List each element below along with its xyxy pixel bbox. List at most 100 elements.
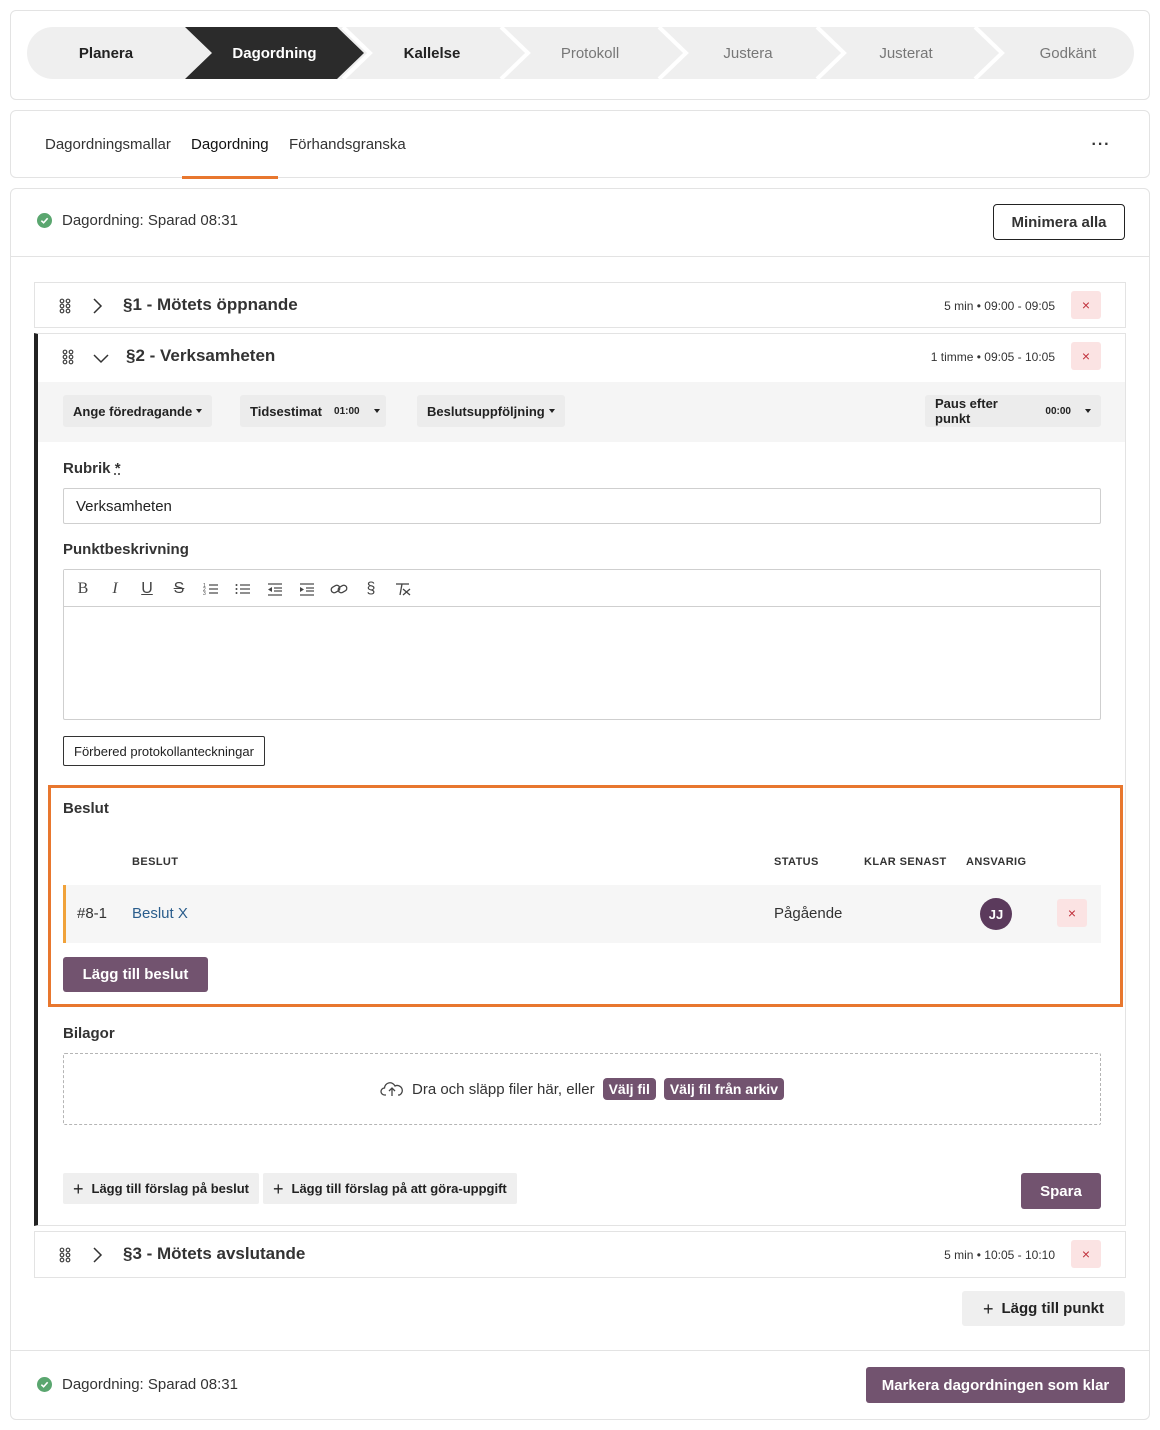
mark-agenda-done-button[interactable]: Markera dagordningen som klar — [866, 1367, 1125, 1403]
bold-icon[interactable]: B — [73, 579, 93, 599]
chevron-right-icon[interactable] — [91, 297, 103, 315]
add-decision-suggestion-button[interactable]: + Lägg till förslag på beslut — [63, 1173, 259, 1204]
workflow-stepper: Planera Dagordning Kallelse Protokoll Ju… — [27, 27, 1134, 79]
cloud-upload-icon — [380, 1082, 403, 1096]
add-point-label: Lägg till punkt — [1001, 1300, 1105, 1317]
footer-save-status: Dagordning: Sparad 08:31 — [37, 1376, 238, 1393]
agenda-item-time: 5 min • 09:00 - 09:05 — [944, 299, 1055, 313]
link-icon[interactable] — [329, 579, 349, 599]
add-decision-button[interactable]: Lägg till beslut — [63, 957, 208, 992]
agenda-item-header[interactable]: §2 - Verksamheten 1 timme • 09:05 - 10:0… — [38, 334, 1125, 380]
choose-from-archive-button[interactable]: Välj fil från arkiv — [663, 1078, 784, 1100]
tab-dagordning[interactable]: Dagordning — [182, 111, 278, 179]
agenda-item-title: §1 - Mötets öppnande — [123, 295, 298, 314]
delete-item-button[interactable]: × — [1071, 1240, 1101, 1268]
decisions-heading: Beslut — [63, 800, 109, 817]
decision-id: #8-1 — [77, 905, 108, 922]
italic-icon[interactable]: I — [105, 579, 125, 599]
decision-status: Pågående — [774, 905, 843, 922]
rubrik-label: Rubrik * — [63, 460, 121, 477]
chevron-down-icon[interactable] — [92, 352, 110, 364]
tabs-card: Dagordningsmallar Dagordning Förhandsgra… — [10, 110, 1150, 179]
prepare-notes-button[interactable]: Förbered protokollanteckningar — [63, 736, 265, 766]
step-godkant[interactable]: Godkänt — [993, 27, 1134, 79]
drag-handle-icon[interactable] — [62, 349, 74, 365]
strikethrough-icon[interactable]: S — [169, 579, 189, 599]
item-meta-bar: Ange föredragande Tidsestimat 01:00 Besl… — [38, 382, 1125, 442]
drag-handle-icon[interactable] — [59, 298, 71, 314]
decisions-section: Beslut BESLUT STATUS KLAR SENAST ANSVARI… — [48, 785, 1123, 1007]
column-header-klar-senast: KLAR SENAST — [864, 856, 947, 868]
time-estimate-dropdown[interactable]: Tidsestimat 01:00 — [240, 395, 386, 427]
agenda-item-header[interactable]: §1 - Mötets öppnande 5 min • 09:00 - 09:… — [35, 283, 1125, 329]
pause-after-value: 00:00 — [1045, 405, 1071, 417]
add-todo-suggestion-button[interactable]: + Lägg till förslag på att göra-uppgift — [263, 1173, 517, 1204]
drag-handle-icon[interactable] — [59, 1247, 71, 1263]
choose-file-button[interactable]: Välj fil — [602, 1078, 656, 1100]
plus-icon: + — [73, 1178, 84, 1199]
check-circle-icon — [37, 1377, 52, 1392]
time-estimate-label: Tidsestimat — [250, 403, 323, 419]
step-justerat[interactable]: Justerat — [831, 27, 981, 79]
svg-text:3: 3 — [203, 591, 206, 596]
indent-icon[interactable] — [297, 579, 317, 599]
agenda-item-time: 1 timme • 09:05 - 10:05 — [930, 350, 1055, 364]
minimize-all-button[interactable]: Minimera alla — [993, 204, 1125, 240]
attachments-heading: Bilagor — [63, 1025, 115, 1042]
decision-followup-label: Beslutsuppföljning — [427, 403, 545, 419]
add-decision-suggestion-label: Lägg till förslag på beslut — [91, 1181, 249, 1196]
divider — [11, 1350, 1149, 1351]
workflow-stepper-card: Planera Dagordning Kallelse Protokoll Ju… — [10, 10, 1150, 100]
presenter-label: Ange föredragande — [73, 403, 193, 419]
avatar[interactable]: JJ — [980, 898, 1012, 930]
delete-item-button[interactable]: × — [1071, 291, 1101, 319]
clear-format-icon[interactable] — [393, 579, 413, 599]
file-dropzone[interactable]: Dra och släpp filer här, eller Välj fil … — [63, 1053, 1101, 1125]
agenda-item-3: §3 - Mötets avslutande 5 min • 10:05 - 1… — [34, 1231, 1126, 1278]
paragraph-icon[interactable]: § — [361, 579, 381, 599]
step-kallelse[interactable]: Kallelse — [357, 27, 507, 79]
chevron-right-icon[interactable] — [91, 1246, 103, 1264]
agenda-item-2: §2 - Verksamheten 1 timme • 09:05 - 10:0… — [34, 333, 1126, 1226]
column-header-status: STATUS — [774, 856, 819, 868]
caret-down-icon — [373, 409, 380, 413]
decision-followup-dropdown[interactable]: Beslutsuppföljning — [417, 395, 565, 427]
pause-after-dropdown[interactable]: Paus efter punkt 00:00 — [925, 395, 1101, 427]
description-label: Punktbeskrivning — [63, 541, 189, 558]
step-protokoll[interactable]: Protokoll — [515, 27, 665, 79]
tab-forhandsgranska[interactable]: Förhandsgranska — [289, 111, 406, 178]
ordered-list-icon[interactable]: 123 — [201, 579, 221, 599]
add-point-button[interactable]: + Lägg till punkt — [962, 1291, 1125, 1326]
step-dagordning[interactable]: Dagordning — [197, 27, 352, 79]
delete-item-button[interactable]: × — [1071, 342, 1101, 370]
description-editor[interactable]: B I U S 123 § — [63, 569, 1101, 720]
agenda-editor-card: Dagordning: Sparad 08:31 Minimera alla §… — [10, 188, 1150, 1420]
caret-down-icon — [196, 409, 203, 413]
rubrik-input[interactable] — [63, 488, 1101, 524]
drop-text: Dra och släpp filer här, eller — [412, 1080, 595, 1098]
step-planera[interactable]: Planera — [27, 27, 185, 79]
pause-after-label: Paus efter punkt — [935, 396, 998, 426]
save-status: Dagordning: Sparad 08:31 — [37, 212, 238, 229]
decision-row[interactable]: #8-1 Beslut X Pågående JJ × — [63, 885, 1101, 943]
check-circle-icon — [37, 213, 52, 228]
agenda-item-title: §2 - Verksamheten — [126, 346, 276, 365]
decision-title-link[interactable]: Beslut X — [132, 905, 188, 922]
save-button[interactable]: Spara — [1021, 1173, 1101, 1209]
agenda-item-title: §3 - Mötets avslutande — [123, 1244, 306, 1263]
bullet-list-icon[interactable] — [233, 579, 253, 599]
plus-icon: + — [982, 1298, 994, 1319]
agenda-item-time: 5 min • 10:05 - 10:10 — [944, 1248, 1055, 1262]
step-justera[interactable]: Justera — [673, 27, 823, 79]
outdent-icon[interactable] — [265, 579, 285, 599]
column-header-beslut: BESLUT — [132, 856, 179, 868]
more-options-icon[interactable]: ··· — [1089, 133, 1113, 157]
delete-decision-button[interactable]: × — [1057, 899, 1087, 927]
underline-icon[interactable]: U — [137, 579, 157, 599]
tab-dagordningsmallar[interactable]: Dagordningsmallar — [45, 111, 171, 178]
time-estimate-value: 01:00 — [334, 405, 360, 417]
caret-down-icon — [1085, 409, 1091, 413]
agenda-item-header[interactable]: §3 - Mötets avslutande 5 min • 10:05 - 1… — [35, 1232, 1125, 1278]
presenter-dropdown[interactable]: Ange föredragande — [63, 395, 213, 427]
plus-icon: + — [273, 1178, 284, 1199]
